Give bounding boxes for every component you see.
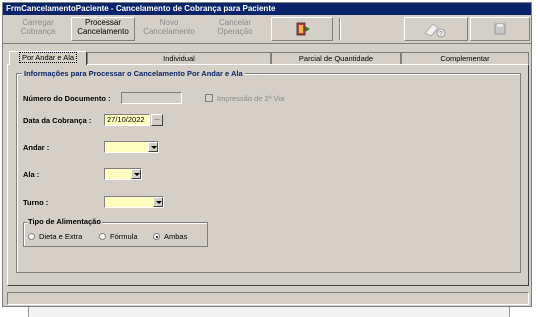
document-number-field[interactable] <box>121 92 182 104</box>
second-copy-label: Impressão de 2ª Via <box>217 94 285 103</box>
date-picker-button[interactable]: ... <box>151 114 163 126</box>
exit-door-icon <box>296 22 310 36</box>
application-window: FrmCancelamentoPaciente - Cancelamento d… <box>2 2 532 307</box>
cancel-operation-label-1: Cancelar <box>218 18 251 27</box>
radio-ambas[interactable]: Ambas <box>153 232 187 241</box>
radio-circle-selected <box>153 233 160 240</box>
radio-dieta-e-extra[interactable]: Dieta e Extra <box>28 232 82 241</box>
toolbar-separator <box>339 18 341 40</box>
tab-label: Por Andar e Ala <box>18 52 78 63</box>
document-number-label: Número do Documento : <box>23 94 111 103</box>
tab-strip: Por Andar e Ala Individual Parcial de Qu… <box>7 51 529 65</box>
charge-date-label: Data da Cobrança : <box>23 116 92 125</box>
chevron-down-icon[interactable] <box>131 169 141 179</box>
radio-circle <box>99 233 106 240</box>
second-copy-checkbox[interactable] <box>205 94 213 102</box>
shift-label: Turno : <box>23 198 49 207</box>
status-bar <box>7 292 529 305</box>
wing-select[interactable] <box>104 168 142 180</box>
group-title: Informações para Processar o Cancelament… <box>22 69 245 78</box>
new-cancellation-label-1: Novo <box>159 18 179 27</box>
tab-parcial-de-quantidade[interactable]: Parcial de Quantidade <box>271 52 401 64</box>
tab-panel: Informações para Processar o Cancelament… <box>7 64 529 286</box>
radio-label: Fórmula <box>110 232 138 241</box>
tab-individual[interactable]: Individual <box>87 52 271 64</box>
toolbar: Carregar Cobrança Processar Cancelamento… <box>3 15 531 44</box>
radio-circle <box>28 233 35 240</box>
window-title: FrmCancelamentoPaciente - Cancelamento d… <box>3 3 531 15</box>
save-button[interactable] <box>470 17 530 41</box>
tab-complementar[interactable]: Complementar <box>401 52 529 64</box>
process-cancellation-button[interactable]: Processar Cancelamento <box>71 17 135 41</box>
meal-type-groupbox: Tipo de Alimentação Dieta e Extra Fórmul… <box>23 217 208 247</box>
radio-label: Ambas <box>164 232 188 241</box>
process-cancellation-label-1: Processar <box>84 18 121 27</box>
charge-date-field[interactable]: 27/10/2022 <box>104 114 150 126</box>
save-disk-icon <box>494 23 506 35</box>
tab-label: Individual <box>163 54 195 63</box>
shift-select[interactable] <box>104 196 164 208</box>
floor-label: Andar : <box>23 143 50 152</box>
background-window <box>28 307 510 317</box>
cancel-operation-label-2: Operação <box>217 27 253 36</box>
radio-formula[interactable]: Fórmula <box>99 232 138 241</box>
tab-label: Parcial de Quantidade <box>298 54 374 63</box>
load-charge-label-2: Cobrança <box>20 27 56 36</box>
load-charge-label-1: Carregar <box>22 18 54 27</box>
exit-button[interactable] <box>271 17 333 41</box>
process-cancellation-label-2: Cancelamento <box>77 27 129 36</box>
load-charge-button[interactable]: Carregar Cobrança <box>7 17 69 41</box>
chevron-down-icon[interactable] <box>148 142 158 152</box>
wing-label: Ala : <box>23 170 40 179</box>
radio-label: Dieta e Extra <box>39 232 83 241</box>
cancel-operation-button[interactable]: Cancelar Operação <box>203 17 267 41</box>
cancellation-groupbox: Informações para Processar o Cancelament… <box>16 69 521 273</box>
chevron-down-icon[interactable] <box>153 197 163 207</box>
floor-select[interactable] <box>104 141 159 153</box>
new-cancellation-button[interactable]: Novo Cancelamento <box>137 17 201 41</box>
tab-label: Complementar <box>440 54 490 63</box>
meal-type-title: Tipo de Alimentação <box>27 217 102 226</box>
new-cancellation-label-2: Cancelamento <box>143 27 195 36</box>
help-button[interactable]: ? <box>404 17 468 41</box>
tab-por-andar-e-ala[interactable]: Por Andar e Ala <box>9 51 87 65</box>
help-icon: ? <box>424 23 446 38</box>
